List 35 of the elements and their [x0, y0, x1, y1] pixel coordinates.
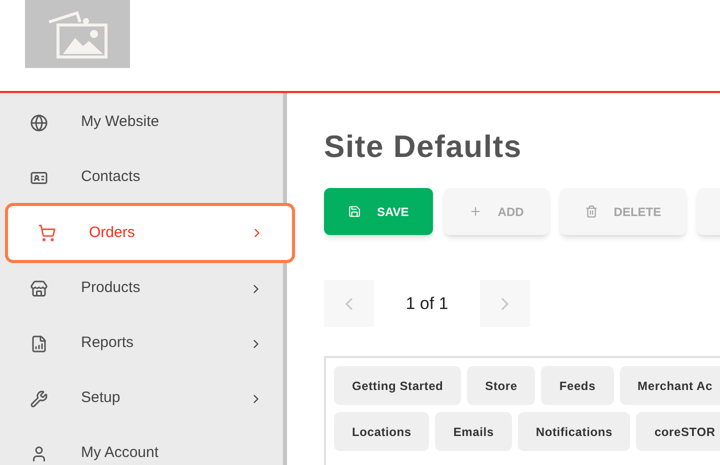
sidebar-item[interactable]: My Account	[0, 426, 283, 465]
plus-icon	[468, 205, 482, 218]
sidebar-item[interactable]: Reports	[0, 316, 283, 371]
user-icon	[30, 444, 48, 462]
sidebar-label: Setup	[81, 388, 122, 408]
sidebar-label: My Website	[81, 112, 160, 132]
sidebar-item[interactable]: Products	[0, 261, 283, 316]
sidebar-label: My Account	[81, 443, 160, 464]
sidebar-label: Reports	[81, 333, 135, 354]
page-title: Site Defaults	[324, 131, 523, 162]
report-icon	[30, 334, 48, 352]
settings-tab[interactable]: Merchant Ac	[620, 366, 720, 405]
sidebar-item[interactable]: Setup	[0, 371, 283, 426]
next-button[interactable]	[480, 280, 530, 327]
trash-icon	[584, 205, 598, 218]
sidebar-label: Contacts	[81, 167, 142, 188]
settings-tab[interactable]: Getting Started	[334, 366, 462, 405]
sidebar-label: Orders	[89, 222, 136, 243]
settings-tab[interactable]: Locations	[334, 412, 430, 451]
settings-tab[interactable]: Store	[467, 366, 536, 405]
settings-tab[interactable]: Emails	[435, 412, 512, 451]
globe-icon	[30, 114, 48, 132]
sidebar-item[interactable]: Orders	[5, 203, 295, 263]
page-counter: 1 of 1	[404, 292, 450, 315]
tools-icon	[30, 390, 48, 408]
sidebar-item[interactable]: My Website	[0, 95, 283, 150]
settings-tab[interactable]: coreSTOR	[636, 412, 720, 451]
cart-icon	[38, 224, 56, 242]
settings-tab[interactable]: Feeds	[541, 366, 614, 405]
save-icon	[348, 205, 361, 218]
sidebar-item[interactable]: Contacts	[0, 150, 283, 205]
settings-tab[interactable]: Notifications	[518, 412, 630, 451]
previous-button[interactable]	[324, 280, 374, 327]
store-icon	[30, 280, 48, 298]
sidebar-label: Products	[81, 278, 142, 298]
